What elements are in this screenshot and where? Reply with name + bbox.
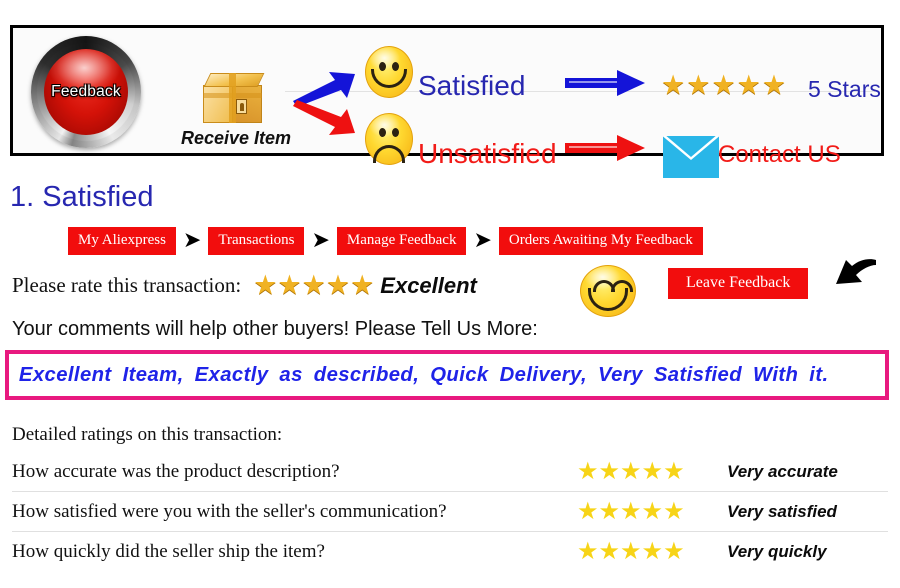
red-arrow-down-right-icon [291, 100, 357, 140]
comment-textbox[interactable]: Excellent Iteam, Exactly as described, Q… [5, 350, 889, 400]
star-icon[interactable]: ★ [642, 460, 664, 484]
star-icon[interactable]: ★ [577, 540, 599, 564]
star-icon: ★ [711, 70, 736, 100]
five-stars-label: 5 Stars [808, 76, 881, 102]
star-icon[interactable]: ★ [253, 272, 277, 299]
star-icon[interactable]: ★ [326, 272, 350, 299]
star-icon[interactable]: ★ [599, 500, 621, 524]
sad-face-icon [365, 113, 413, 165]
table-row: How quickly did the seller ship the item… [12, 532, 888, 571]
receive-item-label: Receive Item [181, 128, 292, 148]
feedback-button-label: Feedback [51, 83, 121, 100]
chevron-right-icon: ➤ [182, 227, 202, 253]
rate-transaction-question: Please rate this transaction: [12, 273, 242, 297]
star-icon[interactable]: ★ [577, 460, 599, 484]
breadcrumb-item-manage-feedback[interactable]: Manage Feedback [336, 227, 467, 255]
star-icon[interactable]: ★ [620, 460, 642, 484]
rating-star-group[interactable]: ★ ★ ★ ★ ★ [577, 500, 727, 524]
rating-answer: Very accurate [727, 461, 838, 481]
rating-word-label: Excellent [380, 272, 477, 298]
curved-arrow-pointing-left-icon [830, 258, 878, 300]
contact-us-label: Contact US [718, 141, 841, 168]
red-arrow-right-icon [565, 133, 645, 163]
star-icon[interactable]: ★ [577, 500, 599, 524]
detailed-ratings-title: Detailed ratings on this transaction: [12, 424, 283, 445]
star-icon: ★ [761, 70, 787, 100]
rating-question: How satisfied were you with the seller's… [12, 500, 447, 522]
table-row: How accurate was the product description… [12, 452, 888, 492]
star-icon[interactable]: ★ [663, 500, 685, 524]
unsatisfied-label: Unsatisfied [418, 138, 557, 169]
star-icon[interactable]: ★ [642, 500, 664, 524]
star-icon: ★ [736, 70, 761, 100]
rate-transaction-row: Please rate this transaction: ★ ★ ★ ★ ★ … [12, 272, 477, 299]
happy-face-icon [365, 46, 413, 98]
star-icon: ★ [686, 70, 711, 100]
star-icon[interactable]: ★ [277, 272, 301, 299]
envelope-icon [663, 136, 719, 178]
star-icon[interactable]: ★ [599, 540, 621, 564]
table-row: How satisfied were you with the seller's… [12, 492, 888, 532]
star-icon[interactable]: ★ [663, 460, 685, 484]
star-icon[interactable]: ★ [642, 540, 664, 564]
feedback-button-face: Feedback [44, 49, 128, 135]
feedback-button[interactable]: Feedback [31, 36, 141, 148]
star-icon[interactable]: ★ [620, 540, 642, 564]
breadcrumb-item-my-aliexpress[interactable]: My Aliexpress [68, 227, 176, 255]
star-icon[interactable]: ★ [350, 272, 374, 299]
rating-star-group[interactable]: ★ ★ ★ ★ ★ [577, 540, 727, 564]
blue-arrow-right-icon [565, 68, 645, 98]
star-icon[interactable]: ★ [663, 540, 685, 564]
detailed-ratings-table: How accurate was the product description… [12, 452, 888, 571]
rating-question: How accurate was the product description… [12, 460, 340, 482]
breadcrumb: My Aliexpress ➤ Transactions ➤ Manage Fe… [68, 227, 703, 255]
rating-answer: Very satisfied [727, 501, 837, 521]
comments-prompt: Your comments will help other buyers! Pl… [12, 318, 538, 340]
star-icon[interactable]: ★ [620, 500, 642, 524]
banner-star-rating: ★ ★ ★ ★ ★ [661, 72, 786, 99]
rating-question: How quickly did the seller ship the item… [12, 540, 325, 562]
star-icon: ★ [661, 70, 686, 100]
star-icon[interactable]: ★ [599, 460, 621, 484]
satisfied-label: Satisfied [418, 70, 526, 101]
excellent-happy-face-icon [580, 265, 636, 317]
package-box-icon [203, 73, 265, 125]
feedback-flow-banner: Feedback Receive Item Satisfied Unsatisf… [10, 25, 884, 178]
chevron-right-icon: ➤ [311, 227, 330, 253]
comment-text-value: Excellent Iteam, Exactly as described, Q… [18, 363, 829, 386]
breadcrumb-item-transactions[interactable]: Transactions [208, 227, 305, 255]
rating-answer: Very quickly [727, 541, 827, 561]
page-title: 1. Satisfied [10, 181, 154, 213]
breadcrumb-item-orders-awaiting-my-feedback[interactable]: Orders Awaiting My Feedback [498, 227, 703, 255]
star-icon[interactable]: ★ [302, 272, 326, 299]
transaction-star-rating[interactable]: ★ ★ ★ ★ ★ [253, 272, 374, 299]
chevron-right-icon: ➤ [473, 227, 492, 253]
rating-star-group[interactable]: ★ ★ ★ ★ ★ [577, 460, 727, 484]
leave-feedback-button[interactable]: Leave Feedback [668, 268, 809, 299]
